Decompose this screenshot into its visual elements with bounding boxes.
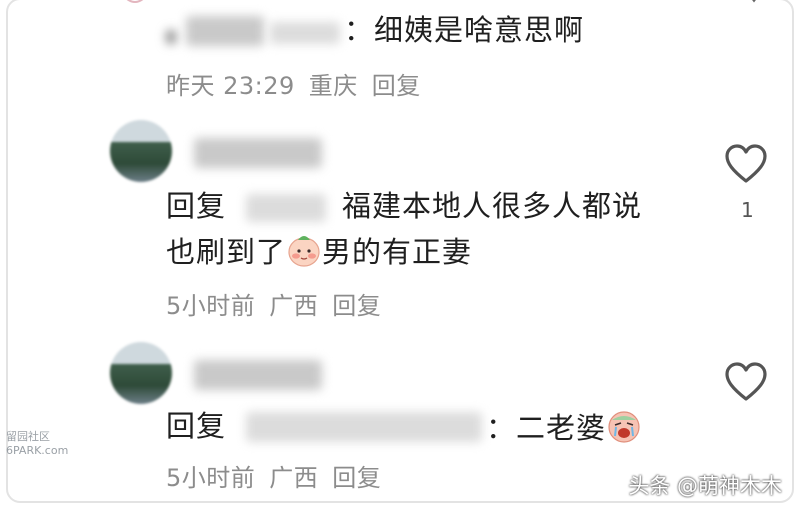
reply-prefix: 回复	[166, 409, 227, 443]
reply-prefix: 回复	[166, 189, 227, 223]
comment-text: 回复	[166, 188, 226, 224]
comment-meta: 昨天 23:29 重庆 回复	[166, 66, 435, 101]
comment-time: 5小时前	[166, 464, 256, 492]
comment-text: ：二老婆	[486, 408, 642, 446]
redacted-username	[270, 22, 340, 44]
reply-button[interactable]: 回复	[332, 464, 381, 492]
avatar[interactable]	[110, 342, 172, 404]
comment-location: 重庆	[308, 72, 358, 100]
avatar[interactable]	[110, 120, 172, 182]
crying-face-emoji	[608, 411, 640, 443]
redacted-username	[166, 30, 176, 44]
author-watermark: 头条 @萌神木木	[628, 474, 782, 498]
reply-button[interactable]: 回复	[332, 292, 381, 320]
comment-meta: 5小时前 广西 回复	[166, 286, 395, 321]
partial-logo-icon	[126, 0, 144, 3]
comment-meta: 5小时前 广西 回复	[166, 458, 395, 493]
comment-panel: ：细姨是啥意思啊 昨天 23:29 重庆 回复 1 回复 福建本地人很多人都说 也刷…	[6, 0, 794, 503]
heart-outline-icon[interactable]	[724, 144, 768, 184]
redacted-username[interactable]	[246, 194, 326, 222]
comment-text: 回复	[166, 408, 226, 444]
comment-text: ：细姨是啥意思啊	[344, 13, 585, 47]
reply-button[interactable]: 回复	[372, 72, 421, 100]
comment-time: 昨天 23:29	[166, 72, 295, 100]
like-count: 1	[741, 198, 754, 222]
redacted-username[interactable]	[194, 138, 322, 168]
redacted-username[interactable]	[246, 412, 482, 442]
heart-outline-icon[interactable]	[736, 0, 772, 8]
site-watermark: 留园社区 6PARK.com	[6, 430, 69, 457]
blushing-face-emoji	[288, 236, 320, 267]
comment-location: 广西	[269, 464, 319, 492]
redacted-username[interactable]	[194, 360, 322, 390]
comment-location: 广西	[269, 292, 319, 320]
comment-text-line2: 也刷到了 男的有正妻	[166, 232, 472, 270]
comment-time: 5小时前	[166, 292, 256, 320]
heart-outline-icon[interactable]	[724, 362, 768, 402]
redacted-username	[186, 16, 264, 46]
comment-text-line1: 福建本地人很多人都说	[342, 189, 643, 223]
